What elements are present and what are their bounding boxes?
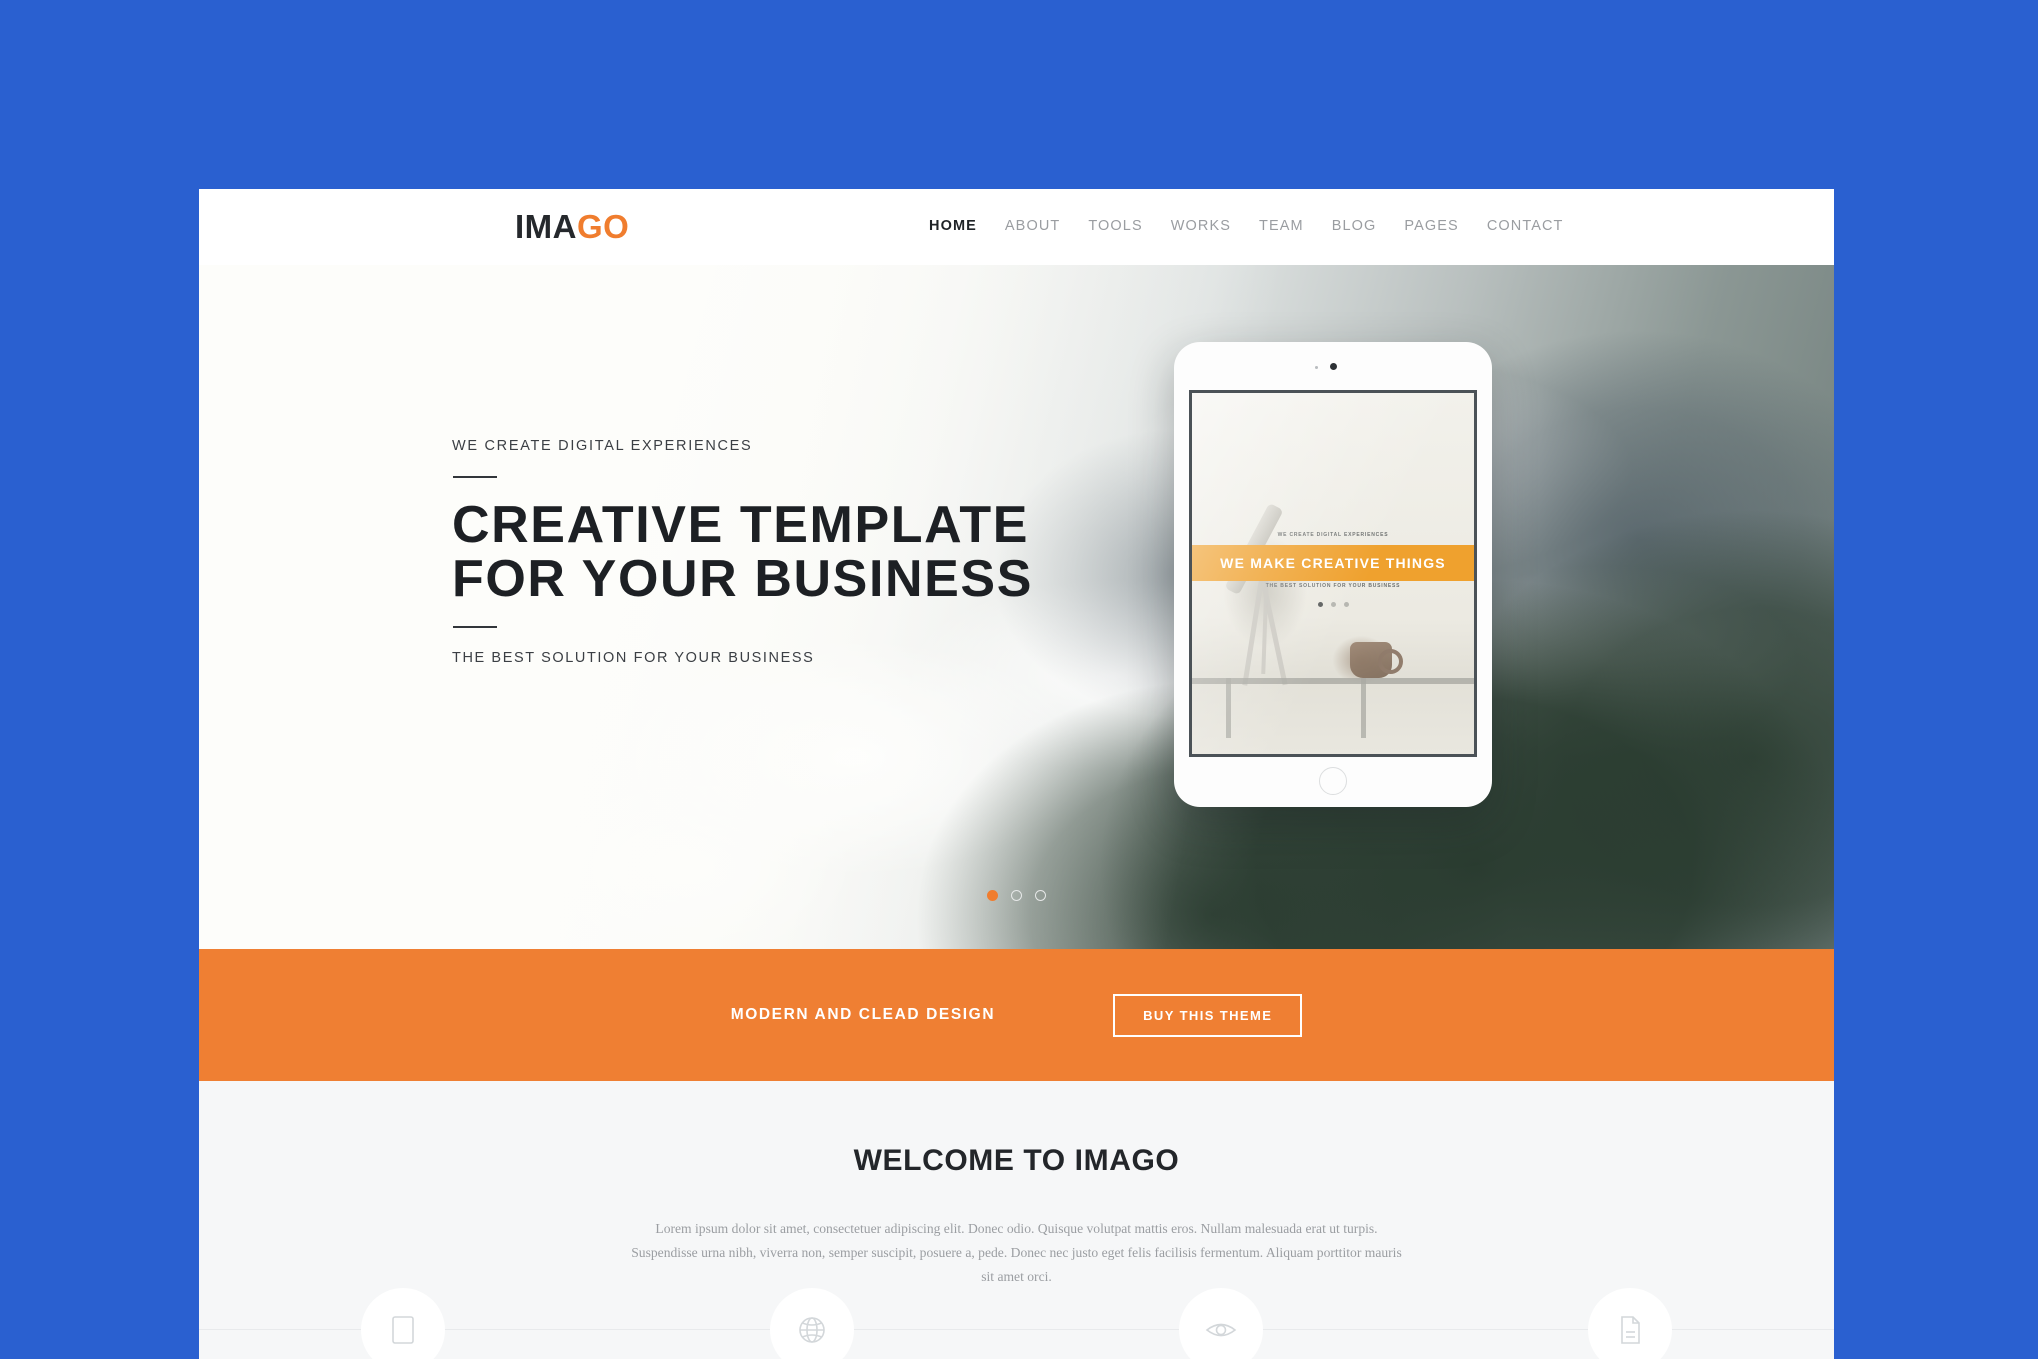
- hero-rule-top: [453, 476, 497, 478]
- welcome-paragraph: Lorem ipsum dolor sit amet, consectetuer…: [631, 1221, 1402, 1284]
- hero-slider-dot-3[interactable]: [1035, 890, 1046, 901]
- feature-column-1: [199, 1288, 608, 1359]
- nav-item-pages[interactable]: PAGES: [1404, 213, 1458, 239]
- buy-this-theme-button[interactable]: BUY THIS THEME: [1113, 993, 1303, 1037]
- hero-copy-block: WE CREATE DIGITAL EXPERIENCES CREATIVE T…: [452, 436, 1033, 668]
- hero-slider-dot-2[interactable]: [1011, 890, 1022, 901]
- nav-item-team[interactable]: TEAM: [1259, 213, 1304, 239]
- feature-column-3: [1016, 1288, 1426, 1359]
- cta-headline: MODERN AND CLEAD DESIGN: [730, 1006, 996, 1023]
- hero-slider-dots: [199, 890, 1834, 901]
- nav-item-contact[interactable]: CONTACT: [1487, 213, 1564, 239]
- welcome-title: WELCOME TO IMAGO: [853, 1144, 1180, 1177]
- site-page-canvas: IMAGO HOME ABOUT TOOLS WORKS TEAM BLOG P…: [199, 189, 1834, 1359]
- hero-title-line-1: CREATIVE TEMPLATE: [452, 496, 1030, 554]
- globe-icon: [797, 1315, 827, 1345]
- document-icon: [1618, 1315, 1642, 1345]
- hero-rule-bottom: [453, 626, 497, 628]
- mug-icon: [1349, 642, 1403, 679]
- nav-item-tools[interactable]: TOOLS: [1088, 213, 1142, 239]
- tablet-screen-eyebrow: WE CREATE DIGITAL EXPERIENCES: [1277, 531, 1389, 538]
- brand-logo-second: GO: [577, 208, 630, 245]
- tablet-screen-headline: WE MAKE CREATIVE THINGS: [1220, 554, 1446, 571]
- feature-circle-2[interactable]: [770, 1288, 855, 1359]
- nav-item-works[interactable]: WORKS: [1171, 213, 1231, 239]
- tablet-slider-dot-3: [1343, 602, 1349, 608]
- feature-column-4: [1425, 1288, 1834, 1359]
- feature-icons-row: [199, 1288, 1834, 1359]
- nav-item-about[interactable]: ABOUT: [1005, 213, 1060, 239]
- tablet-screen-banner: WE MAKE CREATIVE THINGS: [1192, 544, 1474, 581]
- table-leg: [1361, 678, 1367, 739]
- feature-circle-3[interactable]: [1178, 1288, 1263, 1359]
- eye-icon: [1205, 1317, 1237, 1343]
- hero-slider-dot-1[interactable]: [987, 890, 998, 901]
- main-navigation: HOME ABOUT TOOLS WORKS TEAM BLOG PAGES C…: [929, 213, 1564, 239]
- feature-column-2: [607, 1288, 1017, 1359]
- table-leg: [1225, 678, 1231, 739]
- hero-subtitle: THE BEST SOLUTION FOR YOUR BUSINESS: [452, 650, 815, 666]
- feature-circle-4[interactable]: [1587, 1288, 1672, 1359]
- tablet-slider-dot-1: [1317, 602, 1323, 608]
- tablet-screen-subtitle: THE BEST SOLUTION FOR YOUR BUSINESS: [1265, 582, 1401, 589]
- cta-bar: MODERN AND CLEAD DESIGN BUY THIS THEME: [199, 949, 1834, 1081]
- brand-logo[interactable]: IMAGO: [515, 207, 629, 247]
- tablet-camera-icon: [1314, 363, 1337, 370]
- tablet-screen-slider-dots: [1192, 602, 1474, 608]
- tablet-slider-dot-2: [1330, 602, 1336, 608]
- welcome-section: WELCOME TO IMAGO Lorem ipsum dolor sit a…: [199, 1081, 1834, 1359]
- nav-item-home[interactable]: HOME: [929, 213, 977, 239]
- feature-circle-1[interactable]: [361, 1288, 446, 1359]
- hero-section: WE CREATE DIGITAL EXPERIENCES CREATIVE T…: [199, 265, 1834, 949]
- brand-logo-first: IMA: [515, 208, 577, 245]
- table-surface: [1192, 678, 1474, 685]
- device-icon: [390, 1315, 416, 1345]
- hero-eyebrow: WE CREATE DIGITAL EXPERIENCES: [452, 438, 753, 454]
- site-header: IMAGO HOME ABOUT TOOLS WORKS TEAM BLOG P…: [199, 189, 1834, 265]
- hero-title-line-2: FOR YOUR BUSINESS: [452, 550, 1033, 608]
- nav-item-blog[interactable]: BLOG: [1332, 213, 1377, 239]
- tablet-home-button-icon: [1319, 767, 1347, 795]
- tablet-mockup: WE CREATE DIGITAL EXPERIENCES WE MAKE CR…: [1174, 342, 1492, 807]
- tablet-screen: WE CREATE DIGITAL EXPERIENCES WE MAKE CR…: [1189, 390, 1477, 757]
